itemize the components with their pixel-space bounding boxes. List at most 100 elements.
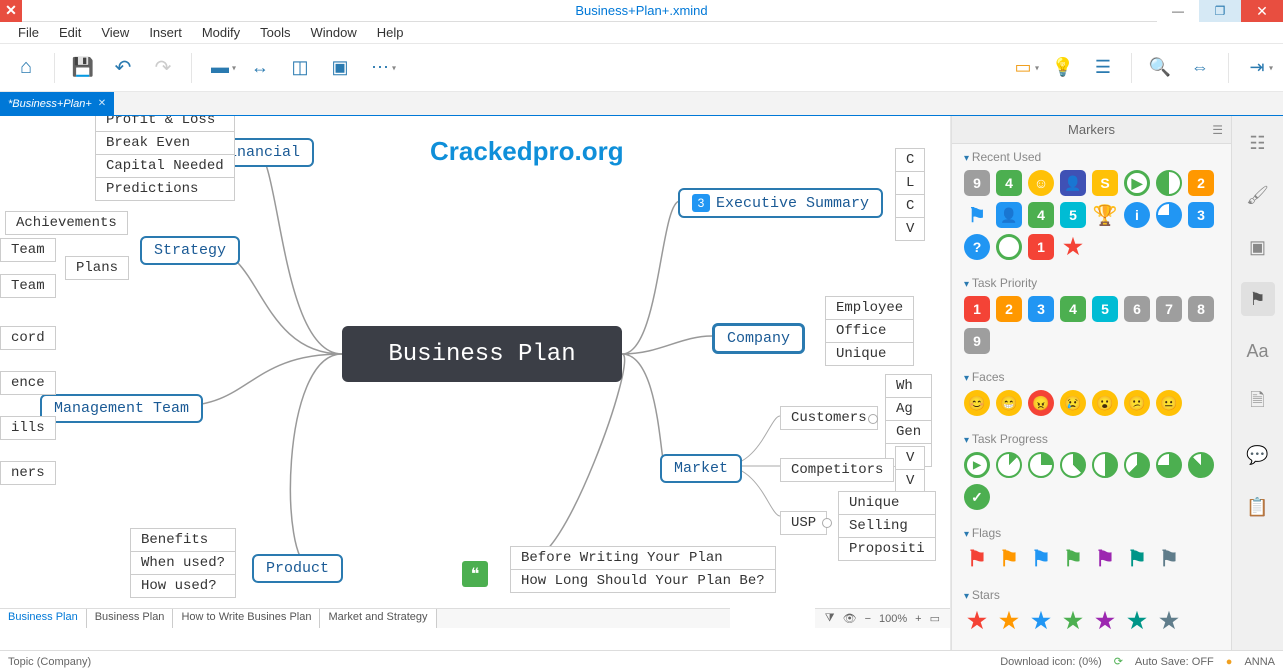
subtopic[interactable]: How used? (130, 574, 236, 598)
filter-icon[interactable]: ⧩ (825, 612, 835, 625)
subtopic[interactable]: Wh (885, 374, 932, 398)
menu-view[interactable]: View (91, 25, 139, 40)
marker-9[interactable]: 9 (964, 170, 990, 196)
priority-1[interactable]: 1 (964, 296, 990, 322)
fit-icon[interactable]: ▭ (930, 612, 940, 625)
progress-done[interactable]: ✓ (964, 484, 990, 510)
rail-format[interactable]: 🖌 (1241, 178, 1275, 212)
summary-button[interactable]: ▣ (322, 50, 358, 86)
flag-red[interactable]: ⚑ (964, 546, 990, 572)
progress-4[interactable] (1092, 452, 1118, 478)
face-surprise[interactable]: 😮 (1092, 390, 1118, 416)
branch-company[interactable]: Company (712, 323, 805, 354)
face-smile[interactable]: 😊 (964, 390, 990, 416)
face-angry[interactable]: 😠 (1028, 390, 1054, 416)
menu-file[interactable]: File (8, 25, 49, 40)
floating-topic[interactable]: Before Writing Your Plan (510, 546, 776, 570)
document-tab[interactable]: *Business+Plan+ ✕ (0, 92, 114, 115)
subtopic[interactable]: Capital Needed (95, 154, 235, 178)
star-gray[interactable]: ★ (1156, 608, 1182, 634)
relationship-button[interactable]: ↔ (242, 50, 278, 86)
star-teal[interactable]: ★ (1124, 608, 1150, 634)
subtopic[interactable]: Propositi (838, 537, 936, 561)
menu-edit[interactable]: Edit (49, 25, 91, 40)
canvas[interactable]: Crackedpro.org Business Plan Financial P… (0, 116, 951, 650)
subtopic[interactable]: When used? (130, 551, 236, 575)
flag-gray[interactable]: ⚑ (1156, 546, 1182, 572)
marker-question[interactable]: ? (964, 234, 990, 260)
marker-2[interactable]: 2 (1188, 170, 1214, 196)
marker-s[interactable]: S (1092, 170, 1118, 196)
gantt-button[interactable]: ☰ (1085, 50, 1121, 86)
subtopic[interactable]: Unique (838, 491, 936, 515)
subtopic[interactable]: C (895, 194, 925, 218)
marker-smile[interactable]: ☺ (1028, 170, 1054, 196)
subtopic[interactable]: Break Even (95, 131, 235, 155)
branch-management[interactable]: Management Team (40, 394, 203, 423)
expand-handle[interactable] (868, 414, 878, 424)
menu-window[interactable]: Window (300, 25, 366, 40)
subtopic[interactable]: L (895, 171, 925, 195)
subtopic[interactable]: V (895, 446, 925, 470)
star-red[interactable]: ★ (964, 608, 990, 634)
face-confused[interactable]: 😕 (1124, 390, 1150, 416)
rail-image[interactable]: ▣ (1241, 230, 1275, 264)
progress-0[interactable]: ▶ (964, 452, 990, 478)
section-faces[interactable]: Faces (964, 370, 1219, 384)
progress-1[interactable] (996, 452, 1022, 478)
branch-executive[interactable]: 3Executive Summary (678, 188, 883, 218)
zoom-out-button[interactable]: − (865, 613, 871, 625)
window-minimize-button[interactable]: — (1157, 0, 1199, 22)
topic-button[interactable]: ▬▾ (202, 50, 238, 86)
eye-icon[interactable]: 👁 (843, 612, 857, 625)
subtopic[interactable]: Plans (65, 256, 129, 280)
marker-5[interactable]: 5 (1060, 202, 1086, 228)
rail-notes[interactable]: 🗎 (1241, 386, 1275, 420)
priority-7[interactable]: 7 (1156, 296, 1182, 322)
idea-button[interactable]: 💡 (1045, 50, 1081, 86)
rail-text[interactable]: Aa (1241, 334, 1275, 368)
priority-9[interactable]: 9 (964, 328, 990, 354)
progress-5[interactable] (1124, 452, 1150, 478)
share-button[interactable]: ⇔ (1182, 50, 1218, 86)
priority-8[interactable]: 8 (1188, 296, 1214, 322)
star-orange[interactable]: ★ (996, 608, 1022, 634)
subtopic[interactable]: cord (0, 326, 56, 350)
subtopic[interactable]: Achievements (5, 211, 128, 235)
redo-button[interactable]: ↷ (145, 50, 181, 86)
marker-person-blue[interactable]: 👤 (996, 202, 1022, 228)
marker-half[interactable] (1156, 170, 1182, 196)
subtopic[interactable]: Gen (885, 420, 932, 444)
flag-teal[interactable]: ⚑ (1124, 546, 1150, 572)
more-button[interactable]: ⋯▾ (362, 50, 398, 86)
boundary-button[interactable]: ◫ (282, 50, 318, 86)
marker-4[interactable]: 4 (996, 170, 1022, 196)
marker-empty[interactable] (996, 234, 1022, 260)
home-button[interactable]: ⌂ (8, 50, 44, 86)
star-green[interactable]: ★ (1060, 608, 1086, 634)
face-grin[interactable]: 😁 (996, 390, 1022, 416)
marker-progress[interactable] (1156, 202, 1182, 228)
section-flags[interactable]: Flags (964, 526, 1219, 540)
subtopic[interactable]: Employee (825, 296, 914, 320)
subtopic[interactable]: ills (0, 416, 56, 440)
menu-icon[interactable]: ☰ (1212, 123, 1223, 137)
subtopic[interactable]: Unique (825, 342, 914, 366)
sheet-tab[interactable]: Business Plan (0, 609, 87, 628)
rail-comments[interactable]: 💬 (1241, 438, 1275, 472)
subtopic[interactable]: Team (0, 274, 56, 298)
section-task-progress[interactable]: Task Progress (964, 432, 1219, 446)
marker-info[interactable]: i (1124, 202, 1150, 228)
central-topic[interactable]: Business Plan (342, 326, 622, 382)
flag-blue[interactable]: ⚑ (1028, 546, 1054, 572)
subtopic[interactable]: Office (825, 319, 914, 343)
priority-6[interactable]: 6 (1124, 296, 1150, 322)
face-neutral[interactable]: 😐 (1156, 390, 1182, 416)
subtopic[interactable]: V (895, 217, 925, 241)
face-cry[interactable]: 😢 (1060, 390, 1086, 416)
priority-2[interactable]: 2 (996, 296, 1022, 322)
close-icon[interactable]: ✕ (98, 98, 106, 109)
section-task-priority[interactable]: Task Priority (964, 276, 1219, 290)
sheet-tab[interactable]: Market and Strategy (320, 609, 436, 628)
subtopic[interactable]: Predictions (95, 177, 235, 201)
